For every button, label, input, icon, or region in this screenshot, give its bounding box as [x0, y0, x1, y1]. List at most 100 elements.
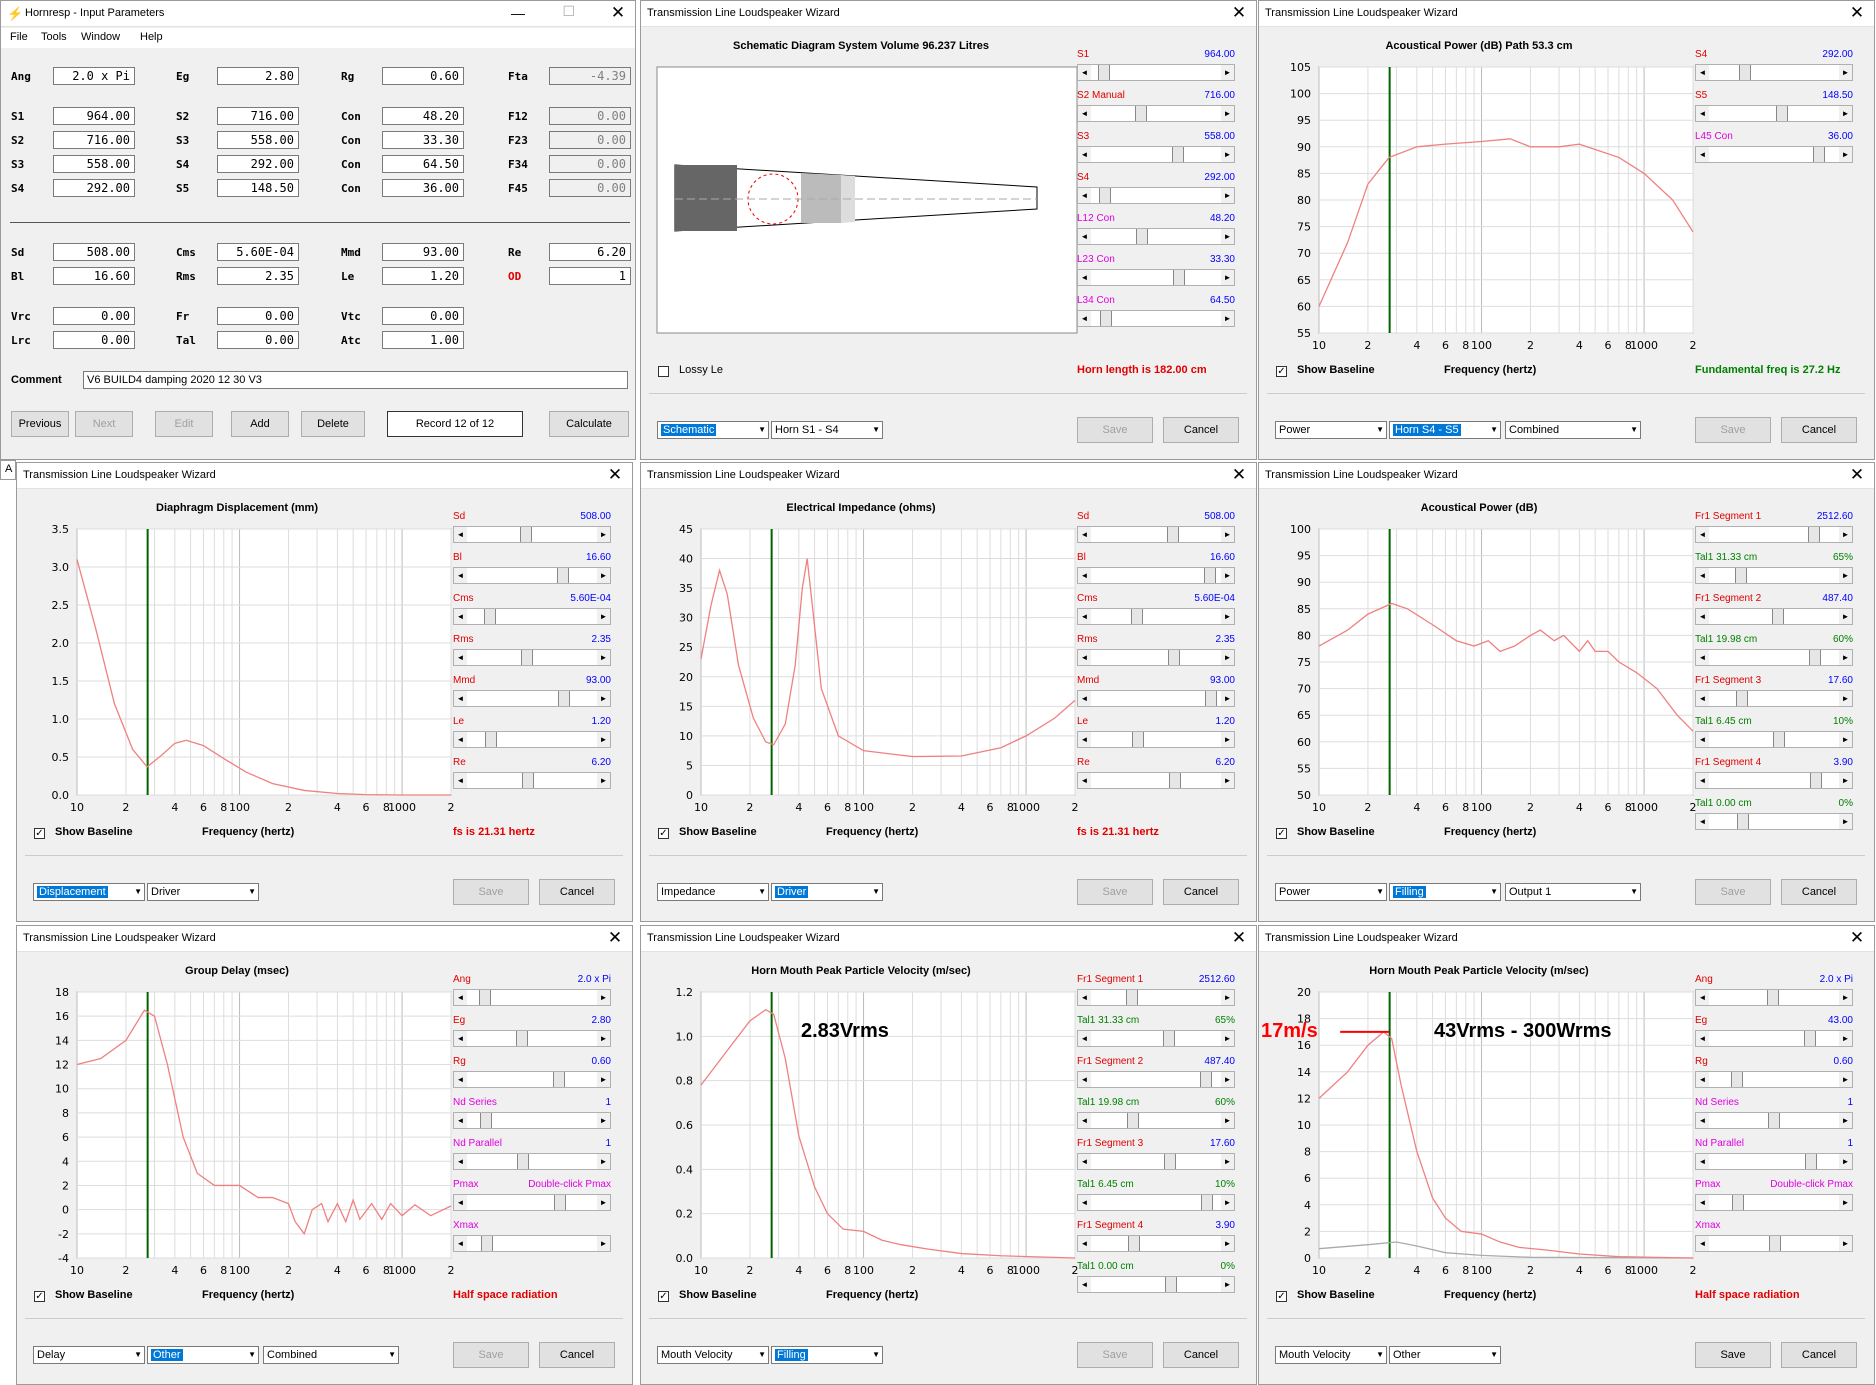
parameter-slider[interactable]: Tal1 31.33 cm 65% ◄ ► — [1077, 1015, 1235, 1055]
view-select[interactable]: Schematic ▼ — [657, 421, 769, 439]
save-button[interactable]: Save — [1077, 1342, 1153, 1368]
slider-track[interactable]: ◄ ► — [1695, 1030, 1853, 1047]
parameter-slider[interactable]: Rg 0.60 ◄ ► — [1695, 1056, 1853, 1096]
left-arrow-icon[interactable]: ◄ — [1078, 65, 1091, 80]
slider-track[interactable]: ◄ ► — [1695, 608, 1853, 625]
param-field[interactable]: -4.39 — [549, 67, 631, 85]
slider-thumb[interactable] — [517, 1154, 529, 1169]
slider-track[interactable]: ◄ ► — [1077, 526, 1235, 543]
save-button[interactable]: Save — [1077, 879, 1153, 905]
left-arrow-icon[interactable]: ◄ — [1078, 1195, 1091, 1210]
right-arrow-icon[interactable]: ► — [1839, 106, 1852, 121]
slider-track[interactable]: ◄ ► — [453, 1194, 611, 1211]
slider-thumb[interactable] — [1739, 65, 1751, 80]
slider-track[interactable]: ◄ ► — [1077, 1030, 1235, 1047]
param-field[interactable]: 0.00 — [549, 179, 631, 197]
slider-track[interactable]: ◄ ► — [1077, 1071, 1235, 1088]
calculate-button[interactable]: Calculate — [549, 411, 629, 437]
slider-track[interactable]: ◄ ► — [453, 772, 611, 789]
view-select[interactable]: Mouth Velocity ▼ — [1275, 1346, 1387, 1364]
param-field[interactable]: 558.00 — [217, 131, 299, 149]
left-arrow-icon[interactable]: ◄ — [454, 568, 467, 583]
right-arrow-icon[interactable]: ► — [597, 568, 610, 583]
delete-button[interactable]: Delete — [301, 411, 365, 437]
slider-track[interactable]: ◄ ► — [1077, 567, 1235, 584]
slider-thumb[interactable] — [1769, 1236, 1781, 1251]
right-arrow-icon[interactable]: ► — [1221, 527, 1234, 542]
slider-track[interactable]: ◄ ► — [453, 1030, 611, 1047]
slider-thumb[interactable] — [481, 1236, 493, 1251]
cancel-button[interactable]: Cancel — [1163, 879, 1239, 905]
parameter-slider[interactable]: Re 6.20 ◄ ► — [1077, 757, 1235, 797]
slider-thumb[interactable] — [1099, 188, 1111, 203]
left-arrow-icon[interactable]: ◄ — [1078, 1113, 1091, 1128]
left-arrow-icon[interactable]: ◄ — [1696, 691, 1709, 706]
left-arrow-icon[interactable]: ◄ — [454, 527, 467, 542]
parameter-slider[interactable]: Tal1 0.00 cm 0% ◄ ► — [1695, 798, 1853, 838]
left-arrow-icon[interactable]: ◄ — [1078, 1154, 1091, 1169]
save-button[interactable]: Save — [1695, 417, 1771, 443]
slider-track[interactable]: ◄ ► — [1077, 228, 1235, 245]
left-arrow-icon[interactable]: ◄ — [1696, 65, 1709, 80]
slider-thumb[interactable] — [1809, 650, 1821, 665]
param-field[interactable]: 1.20 — [382, 267, 464, 285]
left-arrow-icon[interactable]: ◄ — [1078, 1277, 1091, 1292]
parameter-slider[interactable]: Nd Parallel 1 ◄ ► — [1695, 1138, 1853, 1178]
show-baseline-checkbox[interactable]: ✓ — [658, 1291, 669, 1302]
parameter-slider[interactable]: Le 1.20 ◄ ► — [1077, 716, 1235, 756]
parameter-slider[interactable]: S4 292.00 ◄ ► — [1695, 49, 1853, 89]
slider-track[interactable]: ◄ ► — [1695, 1071, 1853, 1088]
right-arrow-icon[interactable]: ► — [1221, 229, 1234, 244]
view-select[interactable]: Combined ▼ — [263, 1346, 399, 1364]
right-arrow-icon[interactable]: ► — [1221, 188, 1234, 203]
slider-track[interactable]: ◄ ► — [1695, 649, 1853, 666]
right-arrow-icon[interactable]: ► — [1221, 1072, 1234, 1087]
right-arrow-icon[interactable]: ► — [1839, 1236, 1852, 1251]
parameter-slider[interactable]: Eg 2.80 ◄ ► — [453, 1015, 611, 1055]
slider-track[interactable]: ◄ ► — [1695, 567, 1853, 584]
left-arrow-icon[interactable]: ◄ — [1696, 527, 1709, 542]
slider-track[interactable]: ◄ ► — [1695, 772, 1853, 789]
parameter-slider[interactable]: Cms 5.60E-04 ◄ ► — [453, 593, 611, 633]
right-arrow-icon[interactable]: ► — [597, 1031, 610, 1046]
slider-thumb[interactable] — [1768, 1113, 1780, 1128]
left-arrow-icon[interactable]: ◄ — [454, 1072, 467, 1087]
slider-thumb[interactable] — [1776, 106, 1788, 121]
parameter-slider[interactable]: Sd 508.00 ◄ ► — [453, 511, 611, 551]
show-baseline-checkbox[interactable]: ✓ — [1276, 1291, 1287, 1302]
parameter-slider[interactable]: L23 Con 33.30 ◄ ► — [1077, 254, 1235, 294]
parameter-slider[interactable]: Rms 2.35 ◄ ► — [453, 634, 611, 674]
slider-thumb[interactable] — [557, 568, 569, 583]
slider-thumb[interactable] — [1735, 568, 1747, 583]
param-field[interactable]: 716.00 — [217, 107, 299, 125]
parameter-slider[interactable]: Tal1 6.45 cm 10% ◄ ► — [1077, 1179, 1235, 1219]
parameter-slider[interactable]: L45 Con 36.00 ◄ ► — [1695, 131, 1853, 171]
slider-thumb[interactable] — [1808, 527, 1820, 542]
right-arrow-icon[interactable]: ► — [1839, 1031, 1852, 1046]
slider-track[interactable]: ◄ ► — [1695, 1235, 1853, 1252]
slider-thumb[interactable] — [1805, 1154, 1817, 1169]
slider-thumb[interactable] — [1098, 65, 1110, 80]
slider-thumb[interactable] — [1128, 1236, 1140, 1251]
view-select[interactable]: Filling ▼ — [1389, 883, 1501, 901]
parameter-slider[interactable]: Nd Parallel 1 ◄ ► — [453, 1138, 611, 1178]
slider-thumb[interactable] — [1164, 1154, 1176, 1169]
slider-thumb[interactable] — [1132, 732, 1144, 747]
param-field[interactable]: 93.00 — [382, 243, 464, 261]
parameter-slider[interactable]: Le 1.20 ◄ ► — [453, 716, 611, 756]
view-select[interactable]: Horn S1 - S4 ▼ — [771, 421, 883, 439]
right-arrow-icon[interactable]: ► — [1839, 990, 1852, 1005]
left-arrow-icon[interactable]: ◄ — [1696, 568, 1709, 583]
slider-thumb[interactable] — [1165, 1277, 1177, 1292]
slider-track[interactable]: ◄ ► — [453, 649, 611, 666]
left-arrow-icon[interactable]: ◄ — [1696, 1236, 1709, 1251]
slider-thumb[interactable] — [479, 990, 491, 1005]
right-arrow-icon[interactable]: ► — [597, 527, 610, 542]
param-field[interactable]: 716.00 — [53, 131, 135, 149]
slider-track[interactable]: ◄ ► — [1077, 608, 1235, 625]
param-field[interactable]: 148.50 — [217, 179, 299, 197]
left-arrow-icon[interactable]: ◄ — [454, 1113, 467, 1128]
param-field[interactable]: 0.60 — [382, 67, 464, 85]
slider-thumb[interactable] — [1100, 311, 1112, 326]
parameter-slider[interactable]: Cms 5.60E-04 ◄ ► — [1077, 593, 1235, 633]
